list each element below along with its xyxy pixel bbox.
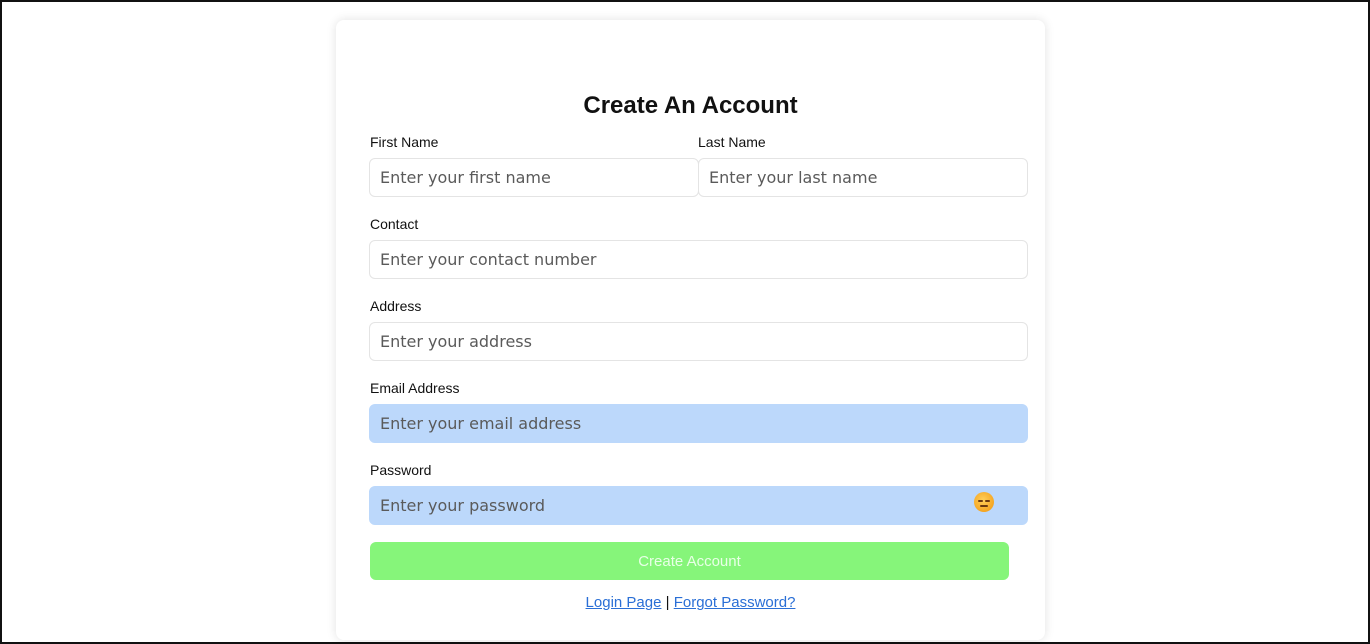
- create-account-button[interactable]: Create Account: [370, 542, 1009, 580]
- contact-label: Contact: [370, 216, 419, 232]
- link-separator: |: [665, 594, 670, 611]
- login-page-link[interactable]: Login Page: [586, 594, 662, 611]
- first-name-label: First Name: [370, 134, 439, 150]
- first-name-input[interactable]: [369, 158, 699, 197]
- footer-links: Login Page | Forgot Password?: [336, 594, 1045, 611]
- password-input[interactable]: [369, 486, 1028, 525]
- email-label: Email Address: [370, 380, 460, 396]
- last-name-input[interactable]: [698, 158, 1028, 197]
- last-name-label: Last Name: [698, 134, 766, 150]
- signup-card: Create An Account First Name Last Name C…: [336, 20, 1045, 640]
- password-label: Password: [370, 462, 432, 478]
- expressionless-face-icon[interactable]: [974, 492, 994, 512]
- email-input[interactable]: [369, 404, 1028, 443]
- contact-input[interactable]: [369, 240, 1028, 279]
- page-frame: Create An Account First Name Last Name C…: [0, 0, 1370, 644]
- address-label: Address: [370, 298, 422, 314]
- address-input[interactable]: [369, 322, 1028, 361]
- forgot-password-link[interactable]: Forgot Password?: [674, 594, 796, 611]
- form-title: Create An Account: [583, 92, 798, 119]
